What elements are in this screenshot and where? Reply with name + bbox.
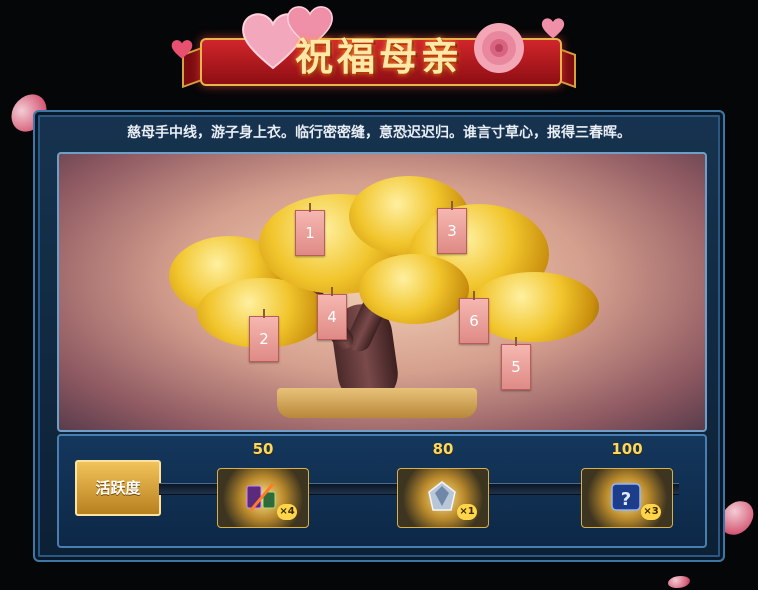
tree-base [277, 388, 477, 418]
reward-100[interactable]: 100 ? ×3 [579, 440, 675, 528]
reward-50[interactable]: 50 ×4 [215, 440, 311, 528]
reward-points: 50 [252, 440, 274, 458]
svg-text:?: ? [621, 489, 631, 510]
reward-count: ×4 [277, 504, 297, 520]
title-banner: 祝福母亲 [171, 6, 576, 90]
reward-count: ×1 [457, 504, 477, 520]
wish-tag-1[interactable]: 1 [295, 203, 325, 256]
reward-points: 80 [432, 440, 454, 458]
petal-decoration [668, 576, 690, 588]
wish-tag-2[interactable]: 2 [249, 309, 279, 362]
golden-leaves [359, 254, 469, 324]
wish-tag-3[interactable]: 3 [437, 201, 467, 254]
wishing-tree-scene: 1 2 3 4 5 6 [57, 152, 707, 432]
event-panel: 慈母手中线，游子身上衣。临行密密缝，意恐迟迟归。谁言寸草心，报得三春晖。 1 2… [33, 110, 725, 562]
activity-label: 活跃度 [75, 460, 161, 516]
poem-text: 慈母手中线，游子身上衣。临行密密缝，意恐迟迟归。谁言寸草心，报得三春晖。 [127, 125, 631, 141]
reward-points: 100 [611, 440, 643, 458]
page-title: 祝福母亲 [294, 34, 463, 79]
wish-tag-6[interactable]: 6 [459, 291, 489, 344]
mystery-box-icon: ? [611, 483, 641, 511]
activity-bar: 活跃度 50 ×4 80 ×1 100 ? ×3 [57, 434, 707, 548]
wish-tag-4[interactable]: 4 [317, 287, 347, 340]
fireworks-pack-icon [246, 483, 276, 511]
wish-tag-5[interactable]: 5 [501, 337, 531, 390]
crystal-gem-icon [428, 481, 456, 511]
reward-80[interactable]: 80 ×1 [395, 440, 491, 528]
reward-count: ×3 [641, 504, 661, 520]
